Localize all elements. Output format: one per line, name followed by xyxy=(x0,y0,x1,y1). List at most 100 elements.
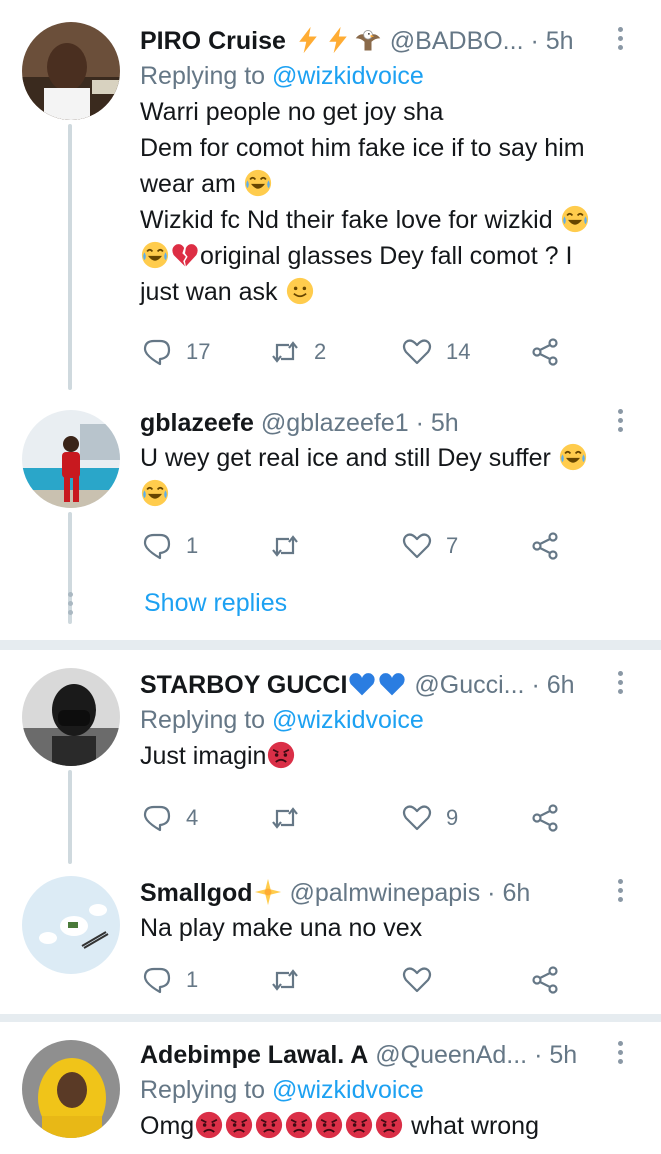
separator-dot: · xyxy=(531,671,540,699)
avatar-gblazeefe[interactable] xyxy=(22,410,120,508)
tweet-text: Na play make una no vex xyxy=(140,910,641,946)
author-handle[interactable]: @QueenAd... xyxy=(375,1041,527,1069)
replying-mention[interactable]: @wizkidvoice xyxy=(272,706,424,734)
avatar-smallgod[interactable] xyxy=(22,876,120,974)
tweet-text-line: original glasses Dey fall comot ? I xyxy=(200,242,573,270)
author-handle[interactable]: @gblazeefe1 xyxy=(261,409,409,437)
angry-face-icon xyxy=(375,1111,403,1139)
timestamp[interactable]: 5h xyxy=(546,27,574,55)
retweet-button[interactable] xyxy=(270,800,300,836)
author-name[interactable]: gblazeefe xyxy=(140,409,254,437)
lightning-icon xyxy=(324,26,352,54)
angry-face-icon xyxy=(225,1111,253,1139)
author-handle[interactable]: @Gucci... xyxy=(414,671,524,699)
author-handle[interactable]: @BADBO... xyxy=(390,27,524,55)
reply-count: 17 xyxy=(186,339,211,364)
share-button[interactable] xyxy=(530,334,560,370)
thread-line xyxy=(68,124,72,390)
angry-face-icon xyxy=(267,741,295,769)
replying-label: Replying to xyxy=(140,706,266,734)
author-name[interactable]: Smallgod xyxy=(140,879,253,907)
retweet-count: 2 xyxy=(314,339,327,364)
reply-button[interactable]: 4 xyxy=(142,800,198,836)
more-icon[interactable] xyxy=(613,406,627,436)
thread-divider xyxy=(0,1014,661,1022)
broken-heart-icon xyxy=(171,241,199,269)
author-name[interactable]: Adebimpe Lawal. A xyxy=(140,1041,368,1069)
share-button[interactable] xyxy=(530,528,560,564)
angry-face-icon xyxy=(195,1111,223,1139)
retweet-button[interactable] xyxy=(270,528,300,564)
reply-button[interactable]: 1 xyxy=(142,962,198,998)
like-count: 9 xyxy=(446,805,459,830)
like-button[interactable]: 9 xyxy=(402,800,458,836)
timestamp[interactable]: 6h xyxy=(502,879,530,907)
replying-to: Replying to @wizkidvoice xyxy=(140,1072,641,1108)
tweet-starboy-gucci[interactable]: STARBOY GUCCI @Gucci... · 6h Replying to… xyxy=(0,650,661,864)
retweet-icon xyxy=(270,803,300,833)
like-button[interactable]: 14 xyxy=(402,334,470,370)
share-icon xyxy=(530,531,560,561)
reply-count: 1 xyxy=(186,533,199,558)
reply-icon xyxy=(142,337,172,367)
tweet-adebimpe-lawal[interactable]: Adebimpe Lawal. A @QueenAd... · 5h Reply… xyxy=(0,1022,661,1154)
tweet-text-line: Wizkid fc Nd their fake love for wizkid xyxy=(140,206,553,234)
retweet-button[interactable] xyxy=(270,962,300,998)
author-name[interactable]: PIRO Cruise xyxy=(140,27,286,55)
separator-dot: · xyxy=(415,409,424,437)
replying-to: Replying to @wizkidvoice xyxy=(140,702,641,738)
share-button[interactable] xyxy=(530,800,560,836)
reply-icon xyxy=(142,965,172,995)
more-icon[interactable] xyxy=(613,24,627,54)
author-handle[interactable]: @palmwinepapis xyxy=(289,879,480,907)
reply-button[interactable]: 1 xyxy=(142,528,198,564)
like-button[interactable] xyxy=(402,962,432,998)
tweet-text-line: just wan ask xyxy=(140,278,278,306)
tweet-smallgod[interactable]: Smallgod @palmwinepapis · 6h Na play mak… xyxy=(0,864,661,1014)
tweet-actions: 1 xyxy=(140,962,580,998)
avatar-starboy-gucci[interactable] xyxy=(22,668,120,766)
like-icon xyxy=(402,531,432,561)
more-icon[interactable] xyxy=(613,876,627,906)
timestamp[interactable]: 6h xyxy=(547,671,575,699)
share-button[interactable] xyxy=(530,962,560,998)
tweet-text: Just imagin xyxy=(140,738,641,774)
angry-face-icon xyxy=(255,1111,283,1139)
reply-icon xyxy=(142,803,172,833)
like-button[interactable]: 7 xyxy=(402,528,458,564)
avatar-adebimpe-lawal[interactable] xyxy=(22,1040,120,1138)
replying-to: Replying to @wizkidvoice xyxy=(140,58,641,94)
tweet-piro-cruise[interactable]: PIRO Cruise @BADBO... · 5h Replying to @… xyxy=(0,0,661,390)
reply-count: 1 xyxy=(186,967,199,992)
share-icon xyxy=(530,803,560,833)
separator-dot: · xyxy=(534,1041,543,1069)
replying-mention[interactable]: @wizkidvoice xyxy=(272,62,424,90)
share-icon xyxy=(530,965,560,995)
more-icon[interactable] xyxy=(613,1038,627,1068)
tweet-text-line: Na play make una no vex xyxy=(140,914,423,942)
retweet-icon xyxy=(270,965,300,995)
more-icon[interactable] xyxy=(613,668,627,698)
face-with-tears-of-joy-icon xyxy=(559,443,587,471)
replying-mention[interactable]: @wizkidvoice xyxy=(272,1076,424,1104)
slightly-smiling-face-icon xyxy=(286,277,314,305)
angry-face-icon xyxy=(345,1111,373,1139)
reply-button[interactable]: 17 xyxy=(142,334,210,370)
timestamp[interactable]: 5h xyxy=(431,409,459,437)
thread-divider xyxy=(0,640,661,650)
angry-face-icon xyxy=(315,1111,343,1139)
like-count: 14 xyxy=(446,339,471,364)
tweet-text-line: Omg xyxy=(140,1112,195,1140)
show-replies-link[interactable]: Show replies xyxy=(144,589,287,618)
retweet-icon xyxy=(270,531,300,561)
blue-heart-icon xyxy=(378,670,406,698)
retweet-button[interactable]: 2 xyxy=(270,334,326,370)
blue-heart-icon xyxy=(348,670,376,698)
avatar-piro-cruise[interactable] xyxy=(22,22,120,120)
author-name[interactable]: STARBOY GUCCI xyxy=(140,671,347,699)
replying-label: Replying to xyxy=(140,1076,266,1104)
timestamp[interactable]: 5h xyxy=(549,1041,577,1069)
tweet-gblazeefe[interactable]: gblazeefe @gblazeefe1 · 5h U wey get rea… xyxy=(0,390,661,640)
face-with-tears-of-joy-icon xyxy=(141,479,169,507)
separator-dot: · xyxy=(530,27,539,55)
